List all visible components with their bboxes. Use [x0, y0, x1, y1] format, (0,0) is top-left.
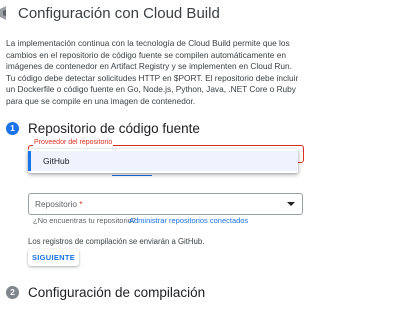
next-button[interactable]: SIGUIENTE	[28, 249, 79, 266]
repository-label: Repositorio *	[35, 199, 83, 209]
link-underline	[112, 175, 152, 176]
step-1-title: Repositorio de código fuente	[28, 121, 200, 136]
intro-paragraph-1: La implementación continua con la tecnol…	[6, 38, 292, 72]
intro-paragraph-2: Tu código debe detectar solicitudes HTTP…	[6, 72, 299, 106]
intro-text: La implementación continua con la tecnol…	[6, 38, 306, 108]
cloud-build-icon	[0, 6, 6, 20]
repository-select[interactable]: Repositorio *	[28, 193, 303, 215]
dropdown-arrow-icon	[287, 202, 295, 206]
step-1-number: 1	[6, 122, 19, 135]
provider-option-github[interactable]: GitHub	[28, 151, 298, 171]
manage-connected-repos-link[interactable]: Administrar repositorios conectados	[129, 216, 248, 225]
provider-option-label: GitHub	[43, 156, 70, 166]
provider-dropdown-menu: GitHub	[28, 149, 298, 173]
page-header: Configuración con Cloud Build	[0, 0, 400, 34]
step-2-number: 2	[6, 286, 19, 299]
selected-indicator	[28, 151, 31, 171]
required-mark: *	[79, 199, 83, 209]
repository-helper-text: ¿No encuentras tu repositorio?	[33, 216, 136, 225]
repository-provider-label: Proveedor del repositorio	[33, 139, 114, 146]
repository-label-text: Repositorio	[35, 199, 77, 209]
step-2-title[interactable]: Configuración de compilación	[28, 285, 205, 300]
page-title: Configuración con Cloud Build	[18, 5, 220, 22]
build-logs-note: Los registros de compilación se enviarán…	[28, 237, 205, 246]
